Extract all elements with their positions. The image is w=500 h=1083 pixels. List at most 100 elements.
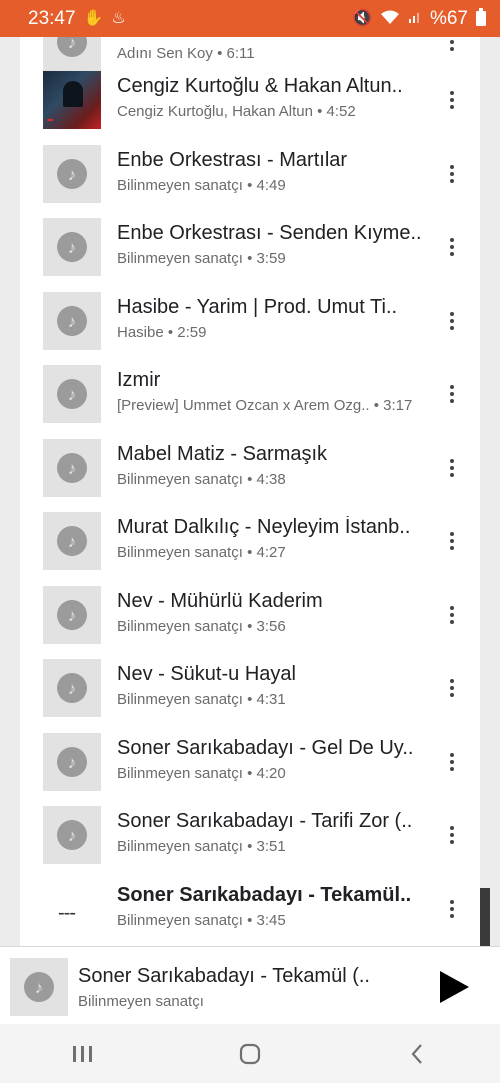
song-subtitle: Bilinmeyen sanatçı • 3:45 xyxy=(117,912,286,929)
music-note-icon: ♪ xyxy=(57,747,87,777)
now-playing-indicator: --- xyxy=(58,902,76,924)
clock: 23:47 xyxy=(28,7,76,29)
song-row[interactable]: ♪ Nev - Mühürlü Kaderim Bilinmeyen sanatçı… xyxy=(20,586,480,659)
music-note-icon: ♪ xyxy=(57,37,87,57)
more-options-icon[interactable] xyxy=(440,377,464,411)
album-art: ♪ xyxy=(43,806,101,864)
music-note-icon: ♪ xyxy=(57,600,87,630)
music-note-icon: ♪ xyxy=(57,673,87,703)
song-title: Soner Sarıkabadayı - Gel De Uy.. xyxy=(117,737,414,759)
more-options-icon[interactable] xyxy=(440,524,464,558)
album-art: ♪ xyxy=(43,586,101,644)
music-note-icon: ♪ xyxy=(57,453,87,483)
more-options-icon[interactable] xyxy=(440,230,464,264)
battery-percent: %67 xyxy=(429,7,468,29)
signal-icon xyxy=(408,10,422,28)
more-options-icon[interactable] xyxy=(440,451,464,485)
status-left: 23:47 ✋ ♨ xyxy=(28,8,126,30)
more-options-icon[interactable] xyxy=(440,83,464,117)
music-note-icon: ♪ xyxy=(57,159,87,189)
song-subtitle: Bilinmeyen sanatçı • 4:38 xyxy=(117,471,286,488)
more-options-icon[interactable] xyxy=(440,37,464,59)
song-row[interactable]: ♪ Soner Sarıkabadayı - Tarifi Zor (.. Bili… xyxy=(20,806,480,879)
home-icon xyxy=(239,1043,261,1064)
album-art xyxy=(43,71,101,129)
song-row[interactable]: ♪ Enbe Orkestrası - Senden Kıyme.. Bilinme… xyxy=(20,218,480,291)
status-right: 🔇 %67 xyxy=(352,8,486,30)
song-title: Izmir xyxy=(117,369,161,391)
song-subtitle: Cengiz Kurtoğlu, Hakan Altun • 4:52 xyxy=(117,103,356,120)
song-title: Cengiz Kurtoğlu & Hakan Altun.. xyxy=(117,75,403,97)
album-art: ♪ xyxy=(43,292,101,350)
music-note-icon: ♪ xyxy=(57,379,87,409)
song-row[interactable]: Cengiz Kurtoğlu & Hakan Altun.. Cengiz Ku… xyxy=(20,71,480,144)
mute-icon: 🔇 xyxy=(352,9,372,27)
song-title: Nev - Mühürlü Kaderim xyxy=(117,590,323,612)
more-options-icon[interactable] xyxy=(440,745,464,779)
home-button[interactable] xyxy=(220,1034,280,1074)
song-subtitle: Bilinmeyen sanatçı • 4:20 xyxy=(117,765,286,782)
song-subtitle: Bilinmeyen sanatçı • 3:59 xyxy=(117,250,286,267)
song-list[interactable]: ♪ Adını Sen Koy • 6:11 Cengiz Kurtoğlu & H… xyxy=(20,37,480,946)
scrollbar-thumb[interactable] xyxy=(480,888,490,946)
song-row[interactable]: --- Soner Sarıkabadayı - Tekamül.. Bilinme… xyxy=(20,880,480,946)
more-options-icon[interactable] xyxy=(440,892,464,926)
music-note-icon: ♪ xyxy=(57,232,87,262)
song-row[interactable]: ♪ Izmir [Preview] Ummet Ozcan x Arem Ozg..… xyxy=(20,365,480,438)
song-subtitle: Adını Sen Koy • 6:11 xyxy=(117,45,255,62)
now-playing-artist: Bilinmeyen sanatçı xyxy=(78,993,204,1010)
song-subtitle: Bilinmeyen sanatçı • 3:56 xyxy=(117,618,286,635)
back-button[interactable] xyxy=(387,1034,447,1074)
song-row[interactable]: ♪ Enbe Orkestrası - Martılar Bilinmeyen sa… xyxy=(20,145,480,218)
song-title: Murat Dalkılıç - Neyleyim İstanb.. xyxy=(117,516,411,538)
album-art: ♪ xyxy=(43,512,101,570)
more-options-icon[interactable] xyxy=(440,157,464,191)
status-bar: 23:47 ✋ ♨ 🔇 %67 xyxy=(0,0,500,37)
song-row[interactable]: ♪ Mabel Matiz - Sarmaşık Bilinmeyen sanatç… xyxy=(20,439,480,512)
album-cover-badge xyxy=(47,119,53,121)
music-note-icon: ♪ xyxy=(57,306,87,336)
song-subtitle: Bilinmeyen sanatçı • 4:49 xyxy=(117,177,286,194)
song-subtitle: Bilinmeyen sanatçı • 3:51 xyxy=(117,838,286,855)
song-subtitle: Bilinmeyen sanatçı • 4:31 xyxy=(117,691,286,708)
song-title: Enbe Orkestrası - Martılar xyxy=(117,149,348,171)
song-row[interactable]: ♪ Murat Dalkılıç - Neyleyim İstanb.. Bilin… xyxy=(20,512,480,585)
hand-gesture-icon: ✋ xyxy=(83,9,104,27)
album-art: ♪ xyxy=(43,365,101,423)
back-icon xyxy=(411,1043,422,1064)
music-note-icon: ♪ xyxy=(57,820,87,850)
more-options-icon[interactable] xyxy=(440,818,464,852)
notification-icon: ♨ xyxy=(111,9,126,27)
song-subtitle: [Preview] Ummet Ozcan x Arem Ozg.. • 3:1… xyxy=(117,397,413,414)
music-note-icon: ♪ xyxy=(57,526,87,556)
song-row[interactable]: ♪ Nev - Sükut-u Hayal Bilinmeyen sanatçı •… xyxy=(20,659,480,732)
more-options-icon[interactable] xyxy=(440,671,464,705)
song-row[interactable]: ♪ Hasibe - Yarim | Prod. Umut Ti.. Hasibe … xyxy=(20,292,480,365)
song-subtitle: Bilinmeyen sanatçı • 4:27 xyxy=(117,544,286,561)
song-title: Mabel Matiz - Sarmaşık xyxy=(117,443,328,465)
wifi-icon xyxy=(380,9,400,29)
play-icon xyxy=(440,971,469,1003)
more-options-icon[interactable] xyxy=(440,598,464,632)
song-title: Soner Sarıkabadayı - Tekamül.. xyxy=(117,884,412,906)
album-art: ♪ xyxy=(43,37,101,71)
now-playing-bar[interactable]: ♪ Soner Sarıkabadayı - Tekamül (.. Bilin… xyxy=(0,946,500,1025)
album-cover-figure xyxy=(63,81,83,107)
more-options-icon[interactable] xyxy=(440,304,464,338)
play-button[interactable] xyxy=(436,969,472,1005)
album-art: ♪ xyxy=(43,659,101,717)
album-art: ♪ xyxy=(43,145,101,203)
system-nav-bar xyxy=(0,1024,500,1083)
album-art: ♪ xyxy=(43,439,101,497)
song-title: Enbe Orkestrası - Senden Kıyme.. xyxy=(117,222,422,244)
now-playing-title[interactable]: Soner Sarıkabadayı - Tekamül (.. xyxy=(78,965,408,988)
song-title: Hasibe - Yarim | Prod. Umut Ti.. xyxy=(117,296,398,318)
album-art: ♪ xyxy=(43,218,101,276)
song-title: Nev - Sükut-u Hayal xyxy=(117,663,296,685)
song-subtitle: Hasibe • 2:59 xyxy=(117,324,207,341)
recents-button[interactable] xyxy=(53,1034,113,1074)
song-row[interactable]: ♪ Soner Sarıkabadayı - Gel De Uy.. Bilinme… xyxy=(20,733,480,806)
now-playing-album-art[interactable]: ♪ xyxy=(10,958,68,1016)
album-art: ♪ xyxy=(43,733,101,791)
battery-icon xyxy=(476,8,486,26)
